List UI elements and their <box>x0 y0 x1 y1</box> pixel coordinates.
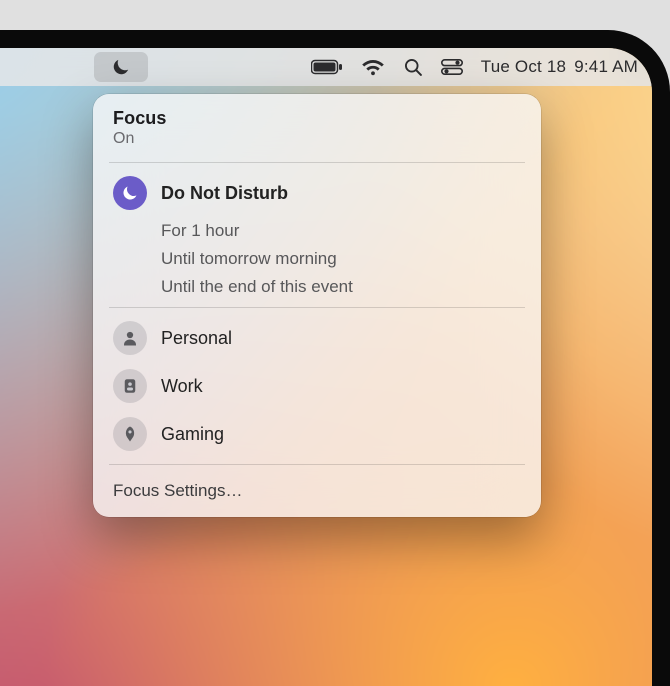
separator <box>109 464 525 465</box>
badge-icon <box>113 369 147 403</box>
person-icon <box>113 321 147 355</box>
display: Tue Oct 18 9:41 AM Focus On <box>0 48 652 686</box>
focus-mode-gaming[interactable]: Gaming <box>93 410 541 458</box>
dnd-option-1hour[interactable]: For 1 hour <box>93 217 541 245</box>
focus-mode-personal[interactable]: Personal <box>93 314 541 362</box>
focus-mode-label: Work <box>161 376 203 397</box>
focus-mode-label: Do Not Disturb <box>161 183 288 204</box>
rocket-icon <box>113 417 147 451</box>
focus-mode-label: Personal <box>161 328 232 349</box>
focus-popover-title: Focus <box>113 108 521 129</box>
focus-popover-header: Focus On <box>93 106 541 156</box>
dnd-option-tomorrow-morning[interactable]: Until tomorrow morning <box>93 245 541 273</box>
dnd-option-end-of-event[interactable]: Until the end of this event <box>93 273 541 301</box>
device-frame: Tue Oct 18 9:41 AM Focus On <box>0 30 670 686</box>
separator <box>109 307 525 308</box>
moon-icon <box>113 176 147 210</box>
menubar-time: 9:41 AM <box>574 57 638 77</box>
control-center-icon[interactable] <box>441 59 463 75</box>
focus-mode-label: Gaming <box>161 424 224 445</box>
separator <box>109 162 525 163</box>
focus-menubar-item[interactable] <box>94 52 148 82</box>
option-label: For 1 hour <box>161 221 239 241</box>
focus-settings-label: Focus Settings… <box>113 481 242 500</box>
option-label: Until tomorrow morning <box>161 249 337 269</box>
battery-icon[interactable] <box>311 59 343 75</box>
focus-settings-link[interactable]: Focus Settings… <box>93 471 541 511</box>
wifi-icon[interactable] <box>361 58 385 76</box>
spotlight-icon[interactable] <box>403 57 423 77</box>
focus-popover: Focus On Do Not Disturb For 1 hour <box>93 94 541 517</box>
focus-popover-status: On <box>113 130 521 148</box>
menubar-date: Tue Oct 18 <box>481 57 566 77</box>
menubar-clock[interactable]: Tue Oct 18 9:41 AM <box>481 57 638 77</box>
menu-bar: Tue Oct 18 9:41 AM <box>0 48 652 86</box>
option-label: Until the end of this event <box>161 277 353 297</box>
focus-mode-dnd[interactable]: Do Not Disturb <box>93 169 541 217</box>
focus-mode-work[interactable]: Work <box>93 362 541 410</box>
moon-icon <box>111 57 131 77</box>
